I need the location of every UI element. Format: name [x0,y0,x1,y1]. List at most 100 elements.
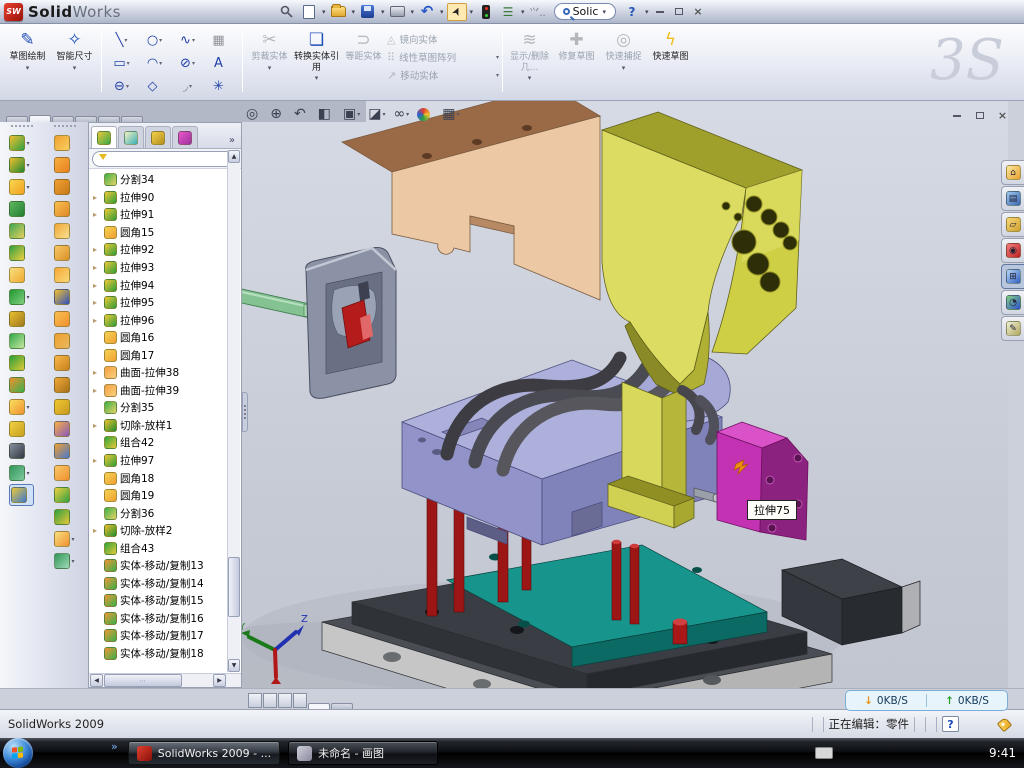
custom-properties-tab[interactable]: ✎ [1001,316,1024,341]
features-toolbar-icon-8[interactable]: ▾ [9,286,33,308]
tray-icon-4[interactable] [895,747,908,760]
taskbar-paint-button[interactable]: 未命名 - 画图 [288,741,438,765]
tree-horizontal-scrollbar[interactable]: ◀ ⋯ ▶ [89,673,241,687]
slot-tool[interactable]: ⊖▾ [105,75,138,98]
menu-edit[interactable] [157,10,175,14]
tray-icon-3[interactable] [878,747,891,760]
feature-tree-item[interactable]: ▸ 分割35 [93,399,241,417]
graphics-area[interactable]: Y Z X 拉伸75 [242,101,1008,688]
feature-tree-item[interactable]: ▸ 实体-移动/复制17 [93,627,241,645]
menu-insert[interactable] [197,10,215,14]
expand-arrow-icon[interactable]: ▸ [93,386,101,395]
feature-tree-item[interactable]: ▸ 组合42 [93,434,241,452]
selection-box-tool[interactable]: ▦▾ [204,29,237,52]
scrollbar-thumb[interactable] [228,557,240,617]
chevron-down-icon[interactable]: ▾ [26,294,29,301]
feature-tree-item[interactable]: ▸ 分割36 [93,504,241,522]
tab-mold-tools[interactable] [75,116,97,122]
view-palette-tab[interactable]: ⊞ [1001,264,1024,289]
search-box[interactable]: Solic ▾ [554,3,616,20]
chevron-down-icon[interactable]: ▾ [192,60,195,67]
surfaces-toolbar-icon-10[interactable]: ▾ [54,330,74,352]
expand-arrow-icon[interactable]: ▸ [93,456,101,465]
features-toolbar-icon-5[interactable]: ▾ [9,220,33,242]
feature-tree-item[interactable]: ▸ 组合43 [93,539,241,557]
close-button[interactable]: × [689,4,706,19]
toolbox-tab[interactable]: ◉ [1001,238,1024,263]
doc-minimize-button[interactable] [948,108,965,123]
doc-close-button[interactable]: × [994,108,1011,123]
feature-tree-item[interactable]: ▸ 拉伸90 [93,189,241,207]
feature-tree-item[interactable]: ▸ 拉伸93 [93,259,241,277]
repair-sketch-button[interactable]: ✚修复草图▾ [553,26,600,96]
linear-sketch-pattern-button[interactable]: ⠿线性草图阵列▾ [387,50,499,64]
menu-file[interactable] [137,10,155,14]
surfaces-toolbar-icon-7[interactable]: ▾ [54,264,74,286]
help-button[interactable]: ? [622,3,642,21]
chevron-down-icon[interactable]: ▾ [127,60,130,67]
feature-tree-item[interactable]: ▸ 切除-放样2 [93,522,241,540]
doc-restore-button[interactable] [971,108,988,123]
edit-appearance-button[interactable]: ▾ [417,108,434,121]
expand-arrow-icon[interactable]: ▸ [93,526,101,535]
select-tool-button[interactable]: ➤ [447,3,467,21]
circle-tool[interactable]: ○▾ [138,29,171,52]
surfaces-toolbar-icon-18[interactable]: ▾ [54,506,74,528]
features-toolbar-icon-3[interactable]: ▾ [9,176,33,198]
tab-surfaces[interactable] [52,116,74,122]
features-toolbar-icon-1[interactable]: ▾ [9,132,33,154]
chevron-down-icon[interactable]: ▾ [268,64,272,72]
feature-tree-item[interactable]: ▸ 拉伸96 [93,311,241,329]
feature-tree-item[interactable]: ▸ 圆角17 [93,346,241,364]
surfaces-toolbar-icon-1[interactable]: ▾ [54,132,74,154]
smart-dimension-button[interactable]: ✧智能尺寸▾ [51,26,98,96]
feature-tree-item[interactable]: ▸ 拉伸92 [93,241,241,259]
expand-arrow-icon[interactable]: ▸ [93,245,101,254]
chevron-down-icon[interactable]: ▾ [622,64,626,72]
menu-view[interactable] [177,10,195,14]
search-input[interactable]: Solic [573,5,599,18]
tree-vertical-scrollbar[interactable]: ▲ ▼ [227,150,240,672]
tray-icon-6[interactable] [929,747,942,760]
feature-tree-item[interactable]: ▸ 拉伸94 [93,276,241,294]
scrollbar-thumb[interactable]: ⋯ [104,674,182,687]
motion-study-tab[interactable] [331,703,353,709]
chevron-down-icon[interactable]: ▾ [26,470,29,477]
surfaces-toolbar-icon-12[interactable]: ▾ [54,374,74,396]
next-tab-button[interactable] [278,693,292,708]
quick-tips-button[interactable]: ? [942,716,959,732]
tray-icon-5[interactable] [912,747,925,760]
features-toolbar-icon-10[interactable]: ▾ [9,330,33,352]
tab-dimxpert[interactable] [121,116,143,122]
feature-tree-item[interactable]: ▸ 圆角15 [93,224,241,242]
surfaces-toolbar-icon-8[interactable]: ▾ [54,286,74,308]
start-button[interactable] [3,738,33,768]
tray-icon-8[interactable] [963,747,976,760]
solidworks-resources-tab[interactable]: ⌂ [1001,160,1024,185]
chevron-down-icon[interactable]: ▾ [71,558,74,565]
feature-tree-item[interactable]: ▸ 实体-移动/复制13 [93,557,241,575]
features-toolbar-icon-11[interactable]: ▾ [9,352,33,374]
zoom-to-area-button[interactable]: ⊕▾ [270,106,286,122]
expand-arrow-icon[interactable]: ▸ [93,298,101,307]
chevron-down-icon[interactable]: ▾ [71,536,74,543]
features-toolbar-icon-15[interactable]: ▾ [9,440,33,462]
quick-launch-icon-1[interactable] [41,745,57,761]
menu-window[interactable] [237,10,255,14]
options-button[interactable]: ☰ [498,3,518,21]
expand-arrow-icon[interactable]: ▸ [93,210,101,219]
trim-entities-button[interactable]: ✂剪裁实体▾ [246,26,293,96]
sketch-fillet-tool[interactable]: ◞▾ [171,75,204,98]
chevron-down-icon[interactable]: ▾ [315,74,319,82]
chevron-down-icon[interactable]: ▾ [528,74,532,82]
slide-insert-gray[interactable] [242,248,396,399]
chevron-down-icon[interactable]: ▾ [496,54,499,61]
scroll-left-button[interactable]: ◀ [90,674,103,687]
chevron-down-icon[interactable]: ▾ [26,64,30,72]
expand-arrow-icon[interactable]: ▸ [93,421,101,430]
tray-icon-2[interactable] [861,747,874,760]
keyboard-indicator-icon[interactable] [815,747,833,759]
feature-tree-item[interactable]: ▸ 圆角19 [93,487,241,505]
toolbar-grip[interactable] [54,125,76,128]
feature-tree-item[interactable]: ▸ 圆角16 [93,329,241,347]
